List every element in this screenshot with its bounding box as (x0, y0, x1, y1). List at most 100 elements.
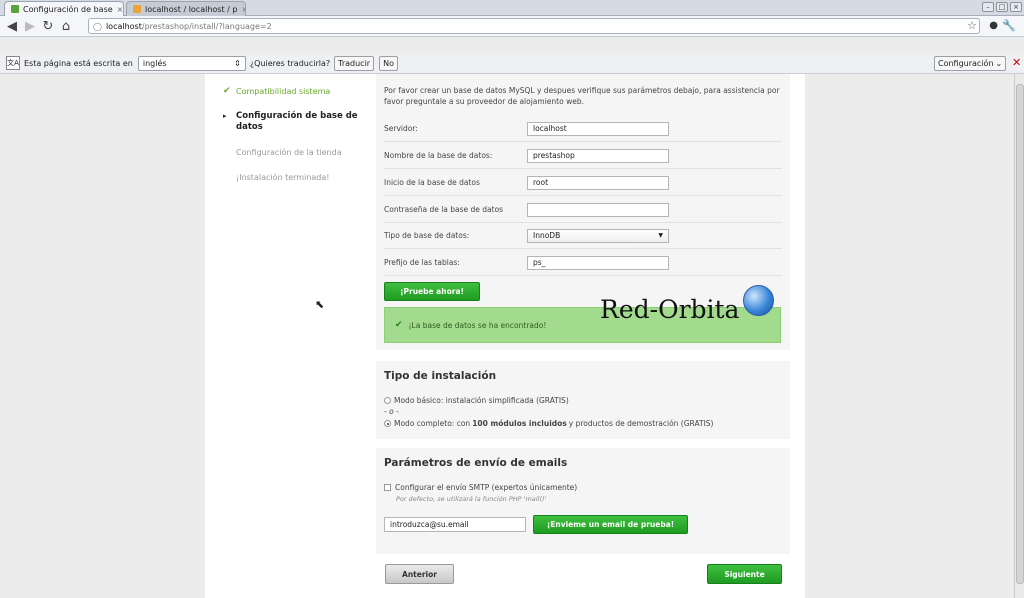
page-viewport: ✔ Compatibilidad sistema ▸ Configuración… (0, 74, 1014, 598)
watermark-logo: Red-Orbita (600, 295, 740, 324)
full-mode-option[interactable]: Modo completo: con 100 módulos incluidos… (384, 419, 713, 428)
url-host: localhost (105, 21, 142, 31)
translate-options-button[interactable]: Configuración ⌄ (934, 56, 1007, 71)
translate-icon: 文A (6, 56, 20, 70)
back-arrow-icon[interactable]: ◀ (3, 17, 21, 35)
chevron-down-icon: ⌄ (995, 59, 1003, 68)
translate-question: ¿Quieres traducirla? (249, 58, 331, 68)
scrollbar-thumb[interactable] (1016, 84, 1024, 584)
basic-mode-label: Modo básico: instalación simplificada (G… (394, 396, 569, 405)
mouse-cursor-icon: ⬉ (315, 298, 325, 311)
row-db-login: Inicio de la base de datos root (384, 170, 782, 196)
db-password-label: Contraseña de la base de datos (384, 205, 504, 214)
row-db-name: Nombre de la base de datos: prestashop (384, 143, 782, 169)
db-name-label: Nombre de la base de datos: (384, 151, 493, 160)
db-type-label: Tipo de base de datos: (384, 231, 470, 240)
email-title: Parámetros de envío de emails (384, 457, 568, 469)
full-mode-prefix: Modo completo: con (394, 419, 471, 428)
close-tab-icon[interactable]: × (113, 5, 123, 14)
globe-icon (743, 285, 774, 316)
step-shop-config: Configuración de la tienda (223, 147, 363, 158)
radio-full[interactable] (384, 420, 391, 427)
tab-strip: Configuración de base × localhost / loca… (0, 0, 1024, 16)
full-mode-bold: 100 módulos incluidos (472, 419, 567, 428)
translate-bar: 文A Esta página está escrita en inglés ⇕ … (0, 53, 1024, 74)
no-button[interactable]: No (379, 55, 398, 71)
window-controls: – □ × (982, 2, 1022, 12)
close-tab-icon[interactable]: × (237, 5, 245, 14)
page-scrollbar[interactable] (1014, 74, 1024, 598)
minimize-icon[interactable]: – (982, 2, 994, 12)
home-icon[interactable]: ⌂ (57, 17, 75, 35)
url-path: /prestashop/install/?language=2 (141, 21, 272, 31)
row-db-type: Tipo de base de datos: InnoDB ▼ (384, 223, 782, 249)
previous-button[interactable]: Anterior (385, 564, 454, 584)
smtp-hint: Por defecto, se utilizará la función PHP… (396, 495, 547, 503)
step-label: Configuración de base de datos (236, 111, 358, 132)
radio-basic[interactable] (384, 397, 391, 404)
test-email-input[interactable]: introduzca@su.email (384, 517, 526, 532)
server-input[interactable]: localhost (527, 121, 669, 136)
row-db-password: Contraseña de la base de datos (384, 197, 782, 223)
steps-sidebar: ✔ Compatibilidad sistema ▸ Configuración… (223, 86, 363, 197)
language-value: inglés (142, 58, 167, 68)
smtp-label: Configurar el envío SMTP (expertos única… (395, 483, 578, 492)
basic-mode-option[interactable]: Modo básico: instalación simplificada (G… (384, 396, 569, 405)
smtp-checkbox[interactable] (384, 484, 391, 491)
tab-phpmyadmin[interactable]: localhost / localhost / p × (126, 1, 246, 16)
db-type-value: InnoDB (533, 231, 561, 240)
email-panel: Parámetros de envío de emails Configurar… (376, 448, 790, 554)
db-name-input[interactable]: prestashop (527, 148, 669, 163)
checkmark-icon: ✔ (395, 320, 403, 330)
test-connection-button[interactable]: ¡Pruebe ahora! (384, 282, 480, 301)
checkmark-icon: ✔ (223, 86, 231, 96)
success-message: ✔ ¡La base de datos se ha encontrado! Re… (384, 285, 781, 343)
reload-icon[interactable]: ↻ (39, 17, 57, 35)
bullet-arrow-icon: ▸ (223, 112, 227, 120)
step-label: Compatibilidad sistema (236, 87, 331, 96)
db-login-label: Inicio de la base de datos (384, 178, 480, 187)
row-prefix: Prefijo de las tablas: ps_ (384, 250, 782, 276)
bookmark-star-icon[interactable]: ☆ (967, 19, 977, 32)
db-type-select[interactable]: InnoDB ▼ (527, 228, 669, 243)
prestashop-favicon-icon (11, 5, 19, 13)
updown-arrow-icon: ⇕ (234, 58, 241, 68)
install-type-title: Tipo de instalación (384, 370, 497, 382)
navigation-bar: ◀ ▶ ↻ ⌂ ◯ localhost /prestashop/install/… (0, 16, 1024, 37)
send-test-email-button[interactable]: ¡Envieme un email de prueba! (533, 515, 688, 534)
extension-cookie-icon[interactable]: ● (989, 20, 998, 31)
wrench-icon[interactable]: 🔧 (1002, 19, 1016, 32)
db-password-input[interactable] (527, 202, 669, 217)
full-mode-suffix: y productos de demostración (GRATIS) (568, 419, 714, 428)
language-select[interactable]: inglés ⇕ (137, 55, 246, 71)
dropdown-arrow-icon: ▼ (658, 232, 663, 239)
step-database-config: ▸ Configuración de base de datos (223, 111, 363, 133)
forward-arrow-icon[interactable]: ▶ (21, 17, 39, 35)
tab-title: localhost / localhost / p (145, 4, 238, 14)
db-intro: Por favor crear un base de datos MySQL y… (384, 86, 780, 106)
phpmyadmin-favicon-icon (133, 5, 141, 13)
close-translate-bar-icon[interactable]: ✕ (1012, 56, 1021, 69)
translate-label: Esta página está escrita en (24, 58, 133, 68)
installer-content: ✔ Compatibilidad sistema ▸ Configuración… (205, 74, 805, 598)
step-install-finished: ¡Instalación terminada! (223, 172, 363, 183)
or-text: - o - (384, 407, 399, 416)
server-label: Servidor: (384, 124, 418, 133)
tab-title: Configuración de base (23, 4, 113, 14)
database-panel: Por favor crear un base de datos MySQL y… (376, 74, 790, 350)
address-bar[interactable]: ◯ localhost /prestashop/install/?languag… (88, 18, 980, 34)
maximize-icon[interactable]: □ (996, 2, 1008, 12)
prefix-input[interactable]: ps_ (527, 255, 669, 270)
db-login-input[interactable]: root (527, 175, 669, 190)
success-text: ¡La base de datos se ha encontrado! (408, 320, 547, 330)
page-icon: ◯ (93, 21, 102, 31)
row-server: Servidor: localhost (384, 116, 782, 142)
step-compatibility: ✔ Compatibilidad sistema (223, 86, 363, 97)
tab-config-db[interactable]: Configuración de base × (4, 1, 124, 16)
next-button[interactable]: Siguiente (707, 564, 782, 584)
smtp-option[interactable]: Configurar el envío SMTP (expertos única… (384, 483, 577, 492)
prefix-label: Prefijo de las tablas: (384, 258, 460, 267)
step-label: ¡Instalación terminada! (236, 173, 330, 182)
window-close-icon[interactable]: × (1010, 2, 1022, 12)
translate-button[interactable]: Traducir (334, 55, 375, 71)
